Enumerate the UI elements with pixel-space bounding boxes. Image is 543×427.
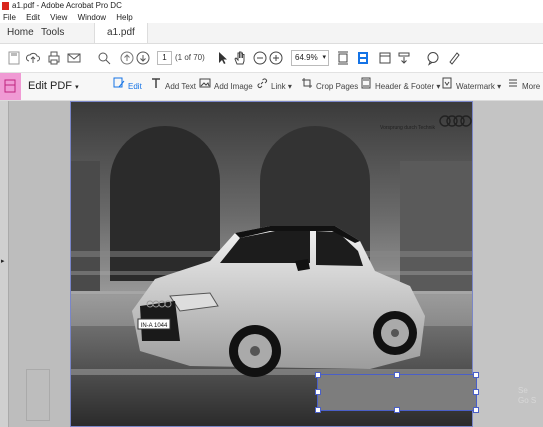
download-icon[interactable] xyxy=(396,50,412,66)
menu-file[interactable]: File xyxy=(3,13,16,22)
right-panel xyxy=(473,101,543,427)
header-footer-icon xyxy=(360,73,372,100)
page-thumbnail-outline xyxy=(26,369,50,421)
page-total: (1 of 70) xyxy=(175,53,205,62)
edit-tool-button[interactable]: Edit xyxy=(113,73,142,100)
menu-bar: File Edit View Window Help xyxy=(0,12,543,23)
zoom-out-icon[interactable] xyxy=(252,50,268,66)
watermark-icon xyxy=(441,73,453,100)
main-toolbar: 1 (1 of 70) 64.9% ▾ xyxy=(0,44,543,73)
zoom-level-value: 64.9% xyxy=(295,53,318,62)
fit-page-icon[interactable] xyxy=(335,50,351,66)
chevron-down-icon[interactable]: ▾ xyxy=(322,51,326,65)
hand-tool-icon[interactable] xyxy=(232,50,248,66)
link-button[interactable]: Link ▾ xyxy=(256,73,292,100)
select-cursor-icon[interactable] xyxy=(214,50,230,66)
crop-pages-label: Crop Pages xyxy=(316,82,359,91)
read-mode-icon[interactable] xyxy=(377,50,393,66)
menu-help[interactable]: Help xyxy=(116,13,132,22)
add-text-button[interactable]: Add Text xyxy=(150,73,196,100)
upload-cloud-icon[interactable] xyxy=(25,50,41,66)
zoom-in-icon[interactable] xyxy=(268,50,284,66)
search-icon[interactable] xyxy=(96,50,112,66)
edit-icon xyxy=(113,73,125,100)
header-footer-button[interactable]: Header & Footer ▾ xyxy=(360,73,440,100)
edit-pdf-menu[interactable]: Edit PDF ▾ xyxy=(28,73,79,101)
menu-window[interactable]: Window xyxy=(78,13,106,22)
activation-watermark: Se Go S xyxy=(518,386,536,406)
resize-handle[interactable] xyxy=(394,372,400,378)
edit-tool-label: Edit xyxy=(128,82,142,91)
more-icon xyxy=(507,73,519,100)
tab-document[interactable]: a1.pdf xyxy=(94,23,148,43)
document-workspace: ▸ IN-A 1044 Vorsprung durch Technik Se G… xyxy=(0,101,543,427)
acrobat-icon xyxy=(2,2,9,10)
link-icon xyxy=(256,73,268,100)
menu-view[interactable]: View xyxy=(50,13,67,22)
resize-handle[interactable] xyxy=(315,389,321,395)
watermark-button[interactable]: Watermark ▾ xyxy=(441,73,501,100)
edit-pdf-icon[interactable] xyxy=(0,73,21,100)
chevron-down-icon: ▾ xyxy=(287,82,292,91)
comment-icon[interactable] xyxy=(425,50,441,66)
selected-content-box[interactable] xyxy=(315,372,479,413)
tab-bar: Home Tools a1.pdf xyxy=(0,23,543,44)
scroll-mode-icon[interactable] xyxy=(355,50,371,66)
watermark-label: Watermark xyxy=(456,82,495,91)
highlight-pen-icon[interactable] xyxy=(446,50,462,66)
add-image-icon xyxy=(199,73,211,100)
more-label: More xyxy=(522,82,541,91)
chevron-down-icon: ▾ xyxy=(497,82,502,91)
chevron-right-icon[interactable]: ▸ xyxy=(1,257,5,265)
page-number-input[interactable]: 1 xyxy=(157,51,172,65)
chevron-down-icon: ▾ xyxy=(436,82,441,91)
crop-icon xyxy=(301,73,313,100)
resize-handle[interactable] xyxy=(473,372,479,378)
license-plate-text: IN-A 1044 xyxy=(141,323,168,329)
watermark-line-1: Se xyxy=(518,386,528,395)
menu-edit[interactable]: Edit xyxy=(26,13,40,22)
zoom-level-field[interactable]: 64.9% ▾ xyxy=(291,50,329,66)
more-button[interactable]: More xyxy=(507,73,540,100)
window-title: a1.pdf - Adobe Acrobat Pro DC xyxy=(12,1,122,10)
print-icon[interactable] xyxy=(46,50,62,66)
save-icon[interactable] xyxy=(6,50,22,66)
edit-pdf-toolbar: Edit PDF ▾ Edit Add Text Add Image Link … xyxy=(0,73,543,101)
resize-handle[interactable] xyxy=(315,407,321,413)
next-page-icon[interactable] xyxy=(135,50,151,66)
chevron-down-icon: ▾ xyxy=(75,84,79,91)
email-icon[interactable] xyxy=(66,50,82,66)
resize-handle[interactable] xyxy=(473,407,479,413)
title-bar: a1.pdf - Adobe Acrobat Pro DC xyxy=(0,0,543,12)
tab-tools[interactable]: Tools xyxy=(41,23,64,43)
resize-handle[interactable] xyxy=(394,407,400,413)
resize-handle[interactable] xyxy=(315,372,321,378)
add-image-label: Add Image xyxy=(214,82,253,91)
crop-pages-button[interactable]: Crop Pages xyxy=(301,73,358,100)
previous-page-icon[interactable] xyxy=(119,50,135,66)
tagline-text: Vorsprung durch Technik xyxy=(380,125,435,131)
tab-home[interactable]: Home xyxy=(7,23,34,43)
add-text-label: Add Text xyxy=(165,82,196,91)
edit-pdf-title: Edit PDF xyxy=(28,80,73,92)
navigation-pane-toggle[interactable]: ▸ xyxy=(0,101,9,427)
watermark-line-2: Go S xyxy=(518,396,537,405)
resize-handle[interactable] xyxy=(473,389,479,395)
add-text-icon xyxy=(150,73,162,100)
header-footer-label: Header & Footer xyxy=(375,82,435,91)
add-image-button[interactable]: Add Image xyxy=(199,73,253,100)
link-label: Link xyxy=(271,82,286,91)
